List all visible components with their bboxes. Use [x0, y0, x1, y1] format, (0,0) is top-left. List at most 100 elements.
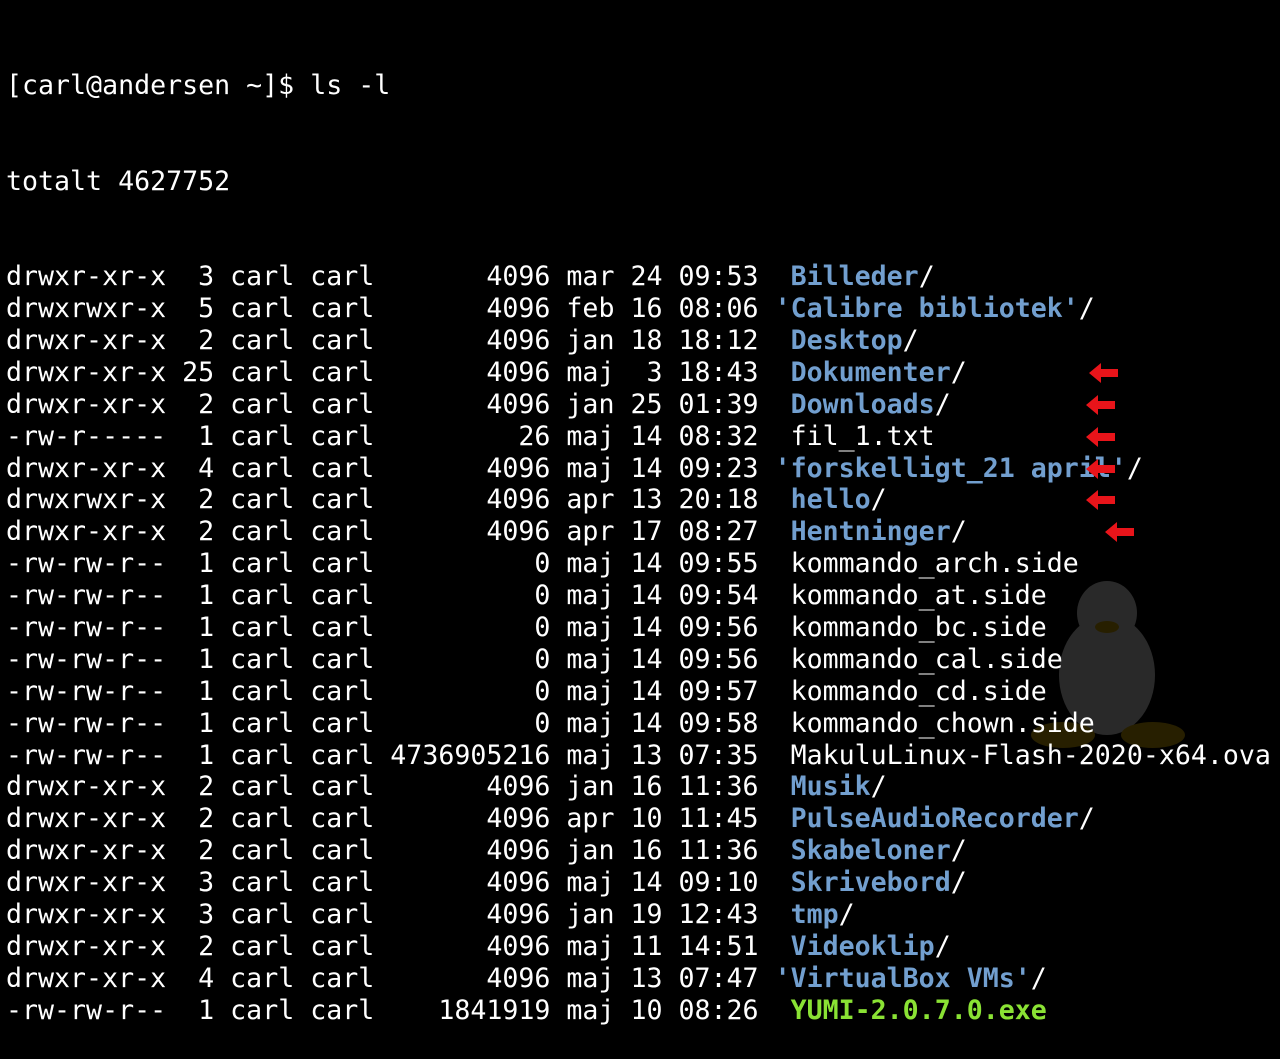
- time: 08:06: [662, 293, 775, 325]
- month: maj: [550, 420, 615, 452]
- file-name[interactable]: PulseAudioRecorder: [791, 803, 1079, 834]
- group: carl: [294, 675, 375, 707]
- file-name[interactable]: Skabeloner: [791, 835, 951, 866]
- total-line: totalt 4627752: [6, 165, 231, 197]
- file-name[interactable]: kommando_at.side: [791, 580, 1047, 611]
- file-name[interactable]: kommando_cal.side: [791, 644, 1063, 675]
- month: mar: [550, 261, 615, 293]
- owner: carl: [214, 899, 295, 931]
- file-name[interactable]: Billeder: [791, 261, 919, 292]
- owner: carl: [214, 580, 295, 612]
- listing-row: drwxr-xr-x 25 carl carl 4096 maj 3 18:43…: [6, 357, 1276, 389]
- time: 11:45: [662, 803, 775, 835]
- link-count: 1: [166, 420, 215, 452]
- red-arrow-icon: [1086, 426, 1115, 447]
- group: carl: [294, 771, 375, 803]
- file-name[interactable]: fil_1.txt: [791, 421, 935, 452]
- group: carl: [294, 835, 375, 867]
- file-name[interactable]: Videoklip: [791, 931, 935, 962]
- file-name[interactable]: 'VirtualBox VMs': [775, 963, 1031, 994]
- file-name[interactable]: tmp: [791, 899, 839, 930]
- name-pad: [775, 357, 791, 388]
- file-name[interactable]: kommando_bc.side: [791, 612, 1047, 643]
- time: 09:58: [662, 707, 775, 739]
- listing-row: drwxrwxr-x 5 carl carl 4096 feb 16 08:06…: [6, 293, 1276, 325]
- file-size: 0: [374, 580, 551, 612]
- type-indicator: /: [950, 835, 967, 867]
- link-count: 2: [166, 803, 215, 835]
- link-count: 2: [166, 771, 215, 803]
- file-name[interactable]: kommando_cd.side: [791, 676, 1047, 707]
- month: maj: [550, 707, 615, 739]
- file-name[interactable]: 'forskelligt_21 april': [775, 453, 1127, 484]
- day: 16: [614, 835, 663, 867]
- group: carl: [294, 612, 375, 644]
- owner: carl: [214, 420, 295, 452]
- link-count: 3: [166, 867, 215, 899]
- time: 11:36: [662, 771, 775, 803]
- group: carl: [294, 962, 375, 994]
- file-name[interactable]: Hentninger: [791, 516, 951, 547]
- type-indicator: /: [870, 484, 887, 516]
- listing-row: -rw-rw-r-- 1 carl carl 0 maj 14 09:58 ko…: [6, 708, 1276, 740]
- file-name[interactable]: hello: [791, 484, 871, 515]
- file-size: 4096: [374, 930, 551, 962]
- link-count: 1: [166, 707, 215, 739]
- file-name[interactable]: MakuluLinux-Flash-2020-x64.ova: [791, 740, 1271, 771]
- file-name[interactable]: kommando_arch.side: [791, 548, 1079, 579]
- time: 12:43: [662, 899, 775, 931]
- link-count: 5: [166, 293, 215, 325]
- link-count: 3: [166, 899, 215, 931]
- file-name[interactable]: kommando_chown.side: [791, 708, 1095, 739]
- time: 08:26: [662, 994, 775, 1026]
- owner: carl: [214, 388, 295, 420]
- listing-row: drwxr-xr-x 4 carl carl 4096 maj 13 07:47…: [6, 963, 1276, 995]
- day: 10: [614, 994, 663, 1026]
- file-size: 0: [374, 707, 551, 739]
- file-size: 4096: [374, 771, 551, 803]
- owner: carl: [214, 516, 295, 548]
- owner: carl: [214, 835, 295, 867]
- file-name[interactable]: Downloads: [791, 389, 935, 420]
- file-name[interactable]: Skrivebord: [791, 867, 951, 898]
- file-name[interactable]: 'Calibre bibliotek': [775, 293, 1079, 324]
- file-size: 4096: [374, 803, 551, 835]
- day: 14: [614, 867, 663, 899]
- group: carl: [294, 930, 375, 962]
- name-pad: [775, 612, 791, 643]
- red-arrow-icon: [1086, 458, 1115, 479]
- file-size: 4096: [374, 899, 551, 931]
- time: 09:10: [662, 867, 775, 899]
- day: 17: [614, 516, 663, 548]
- listing-row: drwxr-xr-x 2 carl carl 4096 jan 16 11:36…: [6, 835, 1276, 867]
- month: jan: [550, 835, 615, 867]
- file-size: 4096: [374, 388, 551, 420]
- day: 14: [614, 643, 663, 675]
- file-name[interactable]: YUMI-2.0.7.0.exe: [791, 995, 1047, 1026]
- day: 11: [614, 930, 663, 962]
- link-count: 4: [166, 452, 215, 484]
- permissions: -rw-rw-r--: [6, 739, 167, 771]
- permissions: drwxr-xr-x: [6, 516, 167, 548]
- file-name[interactable]: Desktop: [791, 325, 903, 356]
- name-pad: [775, 644, 791, 675]
- owner: carl: [214, 356, 295, 388]
- permissions: -rw-rw-r--: [6, 707, 167, 739]
- file-size: 4096: [374, 261, 551, 293]
- owner: carl: [214, 739, 295, 771]
- permissions: drwxr-xr-x: [6, 803, 167, 835]
- link-count: 25: [166, 356, 215, 388]
- day: 14: [614, 452, 663, 484]
- permissions: -rw-rw-r--: [6, 643, 167, 675]
- name-pad: [775, 708, 791, 739]
- file-name[interactable]: Dokumenter: [791, 357, 951, 388]
- permissions: -rw-r-----: [6, 420, 167, 452]
- owner: carl: [214, 548, 295, 580]
- group: carl: [294, 388, 375, 420]
- file-name[interactable]: Musik: [791, 771, 871, 802]
- time: 14:51: [662, 930, 775, 962]
- file-size: 4096: [374, 484, 551, 516]
- type-indicator: /: [838, 899, 855, 931]
- listing-row: drwxr-xr-x 2 carl carl 4096 jan 18 18:12…: [6, 325, 1276, 357]
- month: jan: [550, 325, 615, 356]
